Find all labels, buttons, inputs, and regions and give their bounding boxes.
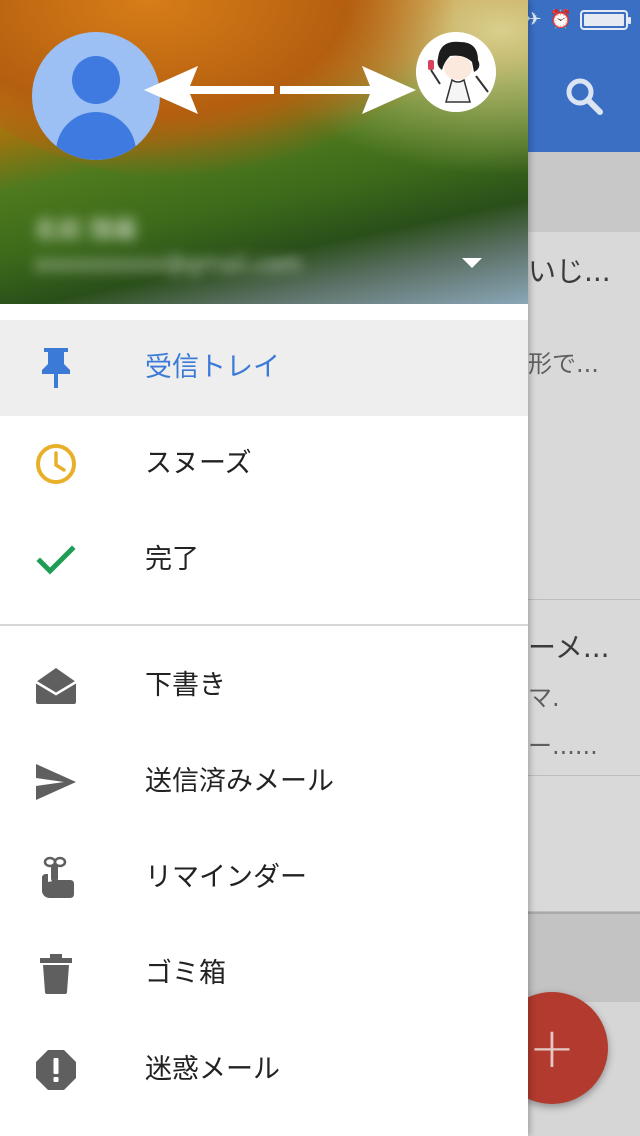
profile-avatar[interactable] (416, 32, 496, 112)
drawer-item-label: リマインダー (145, 862, 307, 893)
send-icon (32, 758, 80, 806)
drawer-menu: 受信トレイ スヌーズ 完了 下書き 送信済みメール リマインダー ゴミ箱 迷惑メ… (0, 320, 528, 1118)
drawer-item-drafts[interactable]: 下書き (0, 638, 528, 734)
drawer-item-label: ゴミ箱 (145, 958, 226, 989)
search-icon[interactable] (560, 72, 608, 120)
drawer-item-label: 送信済みメール (145, 766, 334, 797)
drawer-item-snooze[interactable]: スヌーズ (0, 416, 528, 512)
drawer-item-label: 下書き (145, 670, 226, 701)
menu-divider (0, 624, 528, 626)
account-header: 名前 隠蔽 xxxxxxxxxx@gmail.com (0, 0, 528, 304)
pin-icon (32, 344, 80, 392)
plus-icon: + (528, 1015, 576, 1081)
drawer-item-reminders[interactable]: リマインダー (0, 830, 528, 926)
clock-icon (32, 440, 80, 488)
email-snippet: ー...... (528, 732, 598, 760)
drawer-item-spam[interactable]: 迷惑メール (0, 1022, 528, 1118)
check-icon (32, 536, 80, 584)
drawer-item-trash[interactable]: ゴミ箱 (0, 926, 528, 1022)
email-snippet: いじ... (528, 255, 611, 288)
bluetooth-icon: ✈ (526, 9, 542, 30)
trash-icon (32, 950, 80, 998)
account-email: xxxxxxxxxx@gmail.com (34, 252, 302, 277)
drawer-item-label: 受信トレイ (145, 352, 280, 383)
account-name: 名前 隠蔽 (34, 216, 138, 244)
drawer-item-done[interactable]: 完了 (0, 512, 528, 608)
navigation-drawer: 名前 隠蔽 xxxxxxxxxx@gmail.com 受信トレイ スヌーズ 完了… (0, 0, 528, 1136)
account-info: 名前 隠蔽 xxxxxxxxxx@gmail.com (28, 200, 368, 300)
double-arrow-icon (144, 66, 416, 114)
drawer-item-label: 完了 (145, 544, 199, 575)
alarm-icon: ⏰ (549, 9, 572, 30)
spam-icon (32, 1046, 80, 1094)
reminder-finger-icon (32, 854, 80, 902)
email-snippet: マ. (528, 684, 560, 712)
email-snippet: 形で... (528, 350, 599, 378)
drawer-item-label: 迷惑メール (145, 1054, 280, 1085)
draft-envelope-icon (32, 662, 80, 710)
drawer-item-inbox[interactable]: 受信トレイ (0, 320, 528, 416)
drawer-item-sent[interactable]: 送信済みメール (0, 734, 528, 830)
drawer-item-label: スヌーズ (145, 448, 252, 479)
email-snippet: ーメ... (528, 631, 610, 664)
battery-icon (580, 10, 631, 30)
status-bar: ✈ ⏰ (526, 8, 631, 32)
caret-down-icon[interactable] (460, 254, 484, 270)
